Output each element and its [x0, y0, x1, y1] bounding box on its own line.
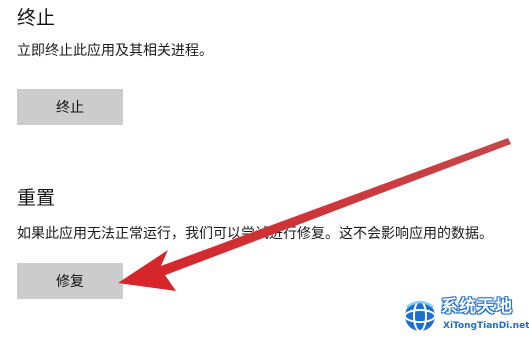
- watermark-title: 系统天地: [441, 297, 513, 317]
- terminate-section-heading: 终止: [17, 7, 56, 29]
- watermark-subtitle: XiTongTianDi.net: [443, 321, 529, 331]
- reset-section-heading: 重置: [17, 187, 56, 209]
- globe-logo-icon: [404, 300, 436, 332]
- terminate-button[interactable]: 终止: [17, 89, 123, 125]
- arrow-head: [118, 250, 176, 291]
- reset-description: 如果此应用无法正常运行，我们可以尝试进行修复。这不会影响应用的数据。: [17, 226, 493, 242]
- repair-button[interactable]: 修复: [17, 263, 123, 299]
- site-watermark: 系统天地 XiTongTianDi.net: [403, 295, 529, 337]
- arrow-shaft: [150, 138, 511, 279]
- terminate-description: 立即终止此应用及其相关进程。: [17, 43, 213, 59]
